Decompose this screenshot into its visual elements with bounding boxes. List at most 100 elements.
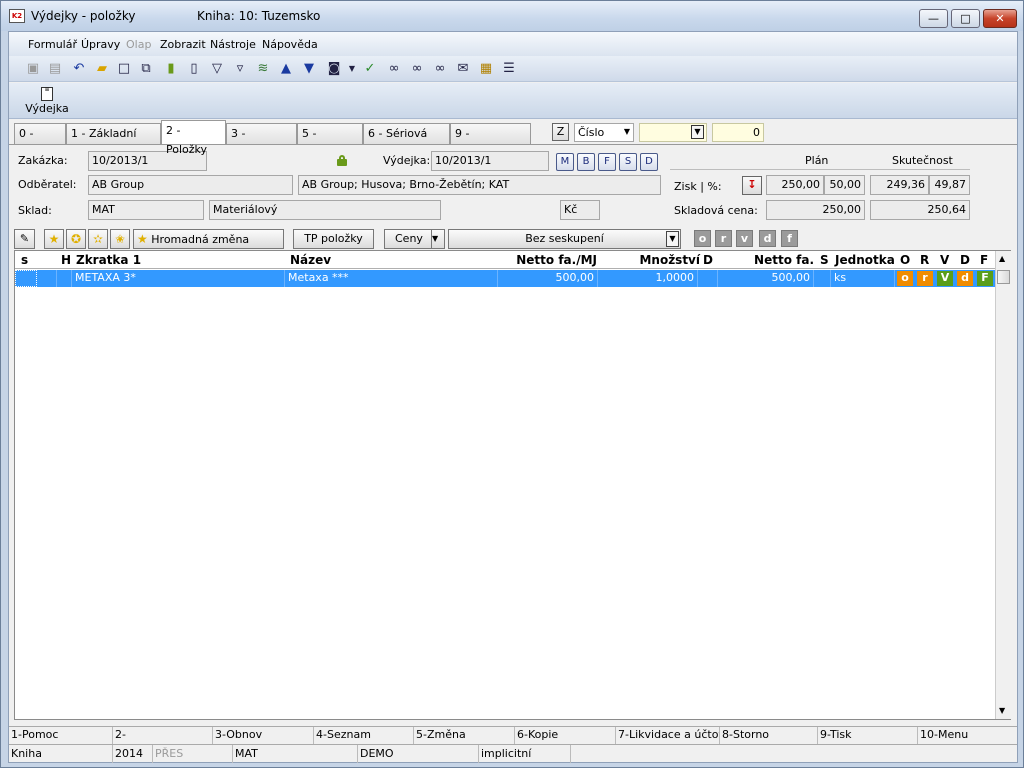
star-add-icon[interactable]: ✪ xyxy=(66,229,86,249)
save-icon[interactable]: ▣ xyxy=(24,60,42,78)
copy-icon[interactable]: ⧉ xyxy=(137,60,155,78)
fkey-menu[interactable]: 10-Menu xyxy=(918,727,1017,744)
lock-icon[interactable]: ▮ xyxy=(162,60,180,78)
fkey-2[interactable]: 2- xyxy=(113,727,213,744)
menu-upravy[interactable]: Úpravy xyxy=(81,38,120,51)
fkey-storno[interactable]: 8-Storno xyxy=(720,727,818,744)
sklad-code-field[interactable]: MAT xyxy=(88,200,204,220)
camera-icon[interactable]: ◙ xyxy=(325,60,343,78)
tab-dokumenty[interactable]: 9 - Dokumenty xyxy=(450,123,531,159)
m-button[interactable]: M xyxy=(556,153,574,171)
col-s2[interactable]: S xyxy=(820,253,829,267)
vertical-scrollbar[interactable]: ▲ ▼ xyxy=(995,251,1011,719)
col-netto[interactable]: Netto fa. xyxy=(730,253,814,267)
sort-select[interactable]: Číslo ▼ xyxy=(574,123,634,142)
cell-d[interactable] xyxy=(698,270,718,287)
notes-icon[interactable]: ▦ xyxy=(477,60,495,78)
cell-nazev[interactable]: Metaxa *** xyxy=(285,270,498,287)
col-mnozstvi[interactable]: Množství xyxy=(620,253,700,267)
search-field[interactable]: ▼ xyxy=(639,123,707,142)
fkey-zmena[interactable]: 5-Změna xyxy=(414,727,515,744)
edit-items-icon[interactable]: ✎ xyxy=(14,229,35,249)
close-button[interactable]: ✕ xyxy=(983,9,1017,28)
fkey-seznam[interactable]: 4-Seznam xyxy=(314,727,414,744)
d-button[interactable]: D xyxy=(640,153,658,171)
fkey-obnov[interactable]: 3-Obnov xyxy=(213,727,314,744)
col-d[interactable]: D xyxy=(703,253,713,267)
search-dropdown-icon[interactable]: ▼ xyxy=(691,125,704,139)
star-edit-icon[interactable]: ✫ xyxy=(88,229,108,249)
col-jednotka[interactable]: Jednotka xyxy=(835,253,895,267)
book-icon[interactable]: ▯ xyxy=(185,60,203,78)
fkey-kopie[interactable]: 6-Kopie xyxy=(515,727,616,744)
scroll-thumb[interactable] xyxy=(997,270,1010,284)
odberatel-field[interactable]: AB Group xyxy=(88,175,293,195)
binoculars-all-icon[interactable]: ∞ xyxy=(431,60,449,78)
filter-document-icon[interactable]: ▿ xyxy=(231,60,249,78)
tab-doklady[interactable]: 5 - Doklady xyxy=(297,123,363,159)
count-field[interactable]: 0 xyxy=(712,123,764,142)
binoculars-next-icon[interactable]: ∞ xyxy=(408,60,426,78)
cell-zkratka[interactable]: METAXA 3* xyxy=(72,270,285,287)
hromadna-zmena-button[interactable]: ★ Hromadná změna položek xyxy=(133,229,284,264)
col-f[interactable]: F xyxy=(980,253,988,267)
scroll-down-icon[interactable]: ▼ xyxy=(999,706,1005,715)
menu-napoveda[interactable]: Nápověda xyxy=(262,38,318,51)
vydejka-button[interactable]: ≡ Výdejka xyxy=(25,85,69,117)
arrow-up-icon[interactable]: ▲ xyxy=(277,60,295,78)
menu-nastroje[interactable]: Nástroje xyxy=(210,38,256,51)
undo-icon[interactable]: ↶ xyxy=(70,60,88,78)
stack-icon[interactable]: ≋ xyxy=(254,60,272,78)
col-zkratka[interactable]: Zkratka 1 xyxy=(76,253,141,267)
currency-field[interactable]: Kč xyxy=(560,200,600,220)
cell-s[interactable] xyxy=(15,270,37,287)
items-grid[interactable]: s H Zkratka 1 Název Netto fa./MJ Množstv… xyxy=(14,250,1011,720)
star-icon[interactable]: ★ xyxy=(44,229,64,249)
new-document-icon[interactable]: □ xyxy=(115,60,133,78)
filter-icon[interactable]: ▽ xyxy=(208,60,226,78)
seskupeni-select[interactable]: Bez seskupení ▼ xyxy=(448,229,681,249)
vydejka-field[interactable]: 10/2013/1 xyxy=(431,151,549,171)
maximize-button[interactable]: □ xyxy=(951,9,980,28)
col-o[interactable]: O xyxy=(900,253,910,267)
tab-seriova-cisla[interactable]: 6 - Sériová čísla xyxy=(363,123,450,159)
tab-zakladni-udaje[interactable]: 1 - Základní údaje xyxy=(66,123,161,159)
green-check-icon[interactable]: ✓ xyxy=(361,60,379,78)
ceny-button[interactable]: Ceny ▼ xyxy=(384,229,445,249)
dropdown-icon[interactable]: ▼ xyxy=(343,60,361,78)
save-all-icon[interactable]: ▤ xyxy=(46,60,64,78)
star-delete-icon[interactable]: ✬ xyxy=(110,229,130,249)
col-h[interactable]: H xyxy=(61,253,71,267)
sklad-name-field[interactable]: Materiálový xyxy=(209,200,441,220)
tp-polozky-button[interactable]: TP položky xyxy=(293,229,374,249)
cell-h[interactable] xyxy=(57,270,72,287)
menu-zobrazit[interactable]: Zobrazit xyxy=(160,38,206,51)
cell-mnozstvi[interactable]: 1,0000 xyxy=(598,270,698,287)
tab-kniha[interactable]: 0 - Kniha xyxy=(14,123,66,159)
mail-icon[interactable]: ✉ xyxy=(454,60,472,78)
arrow-down-icon[interactable]: ▼ xyxy=(300,60,318,78)
fkey-tisk[interactable]: 9-Tisk xyxy=(818,727,918,744)
open-folder-icon[interactable]: ▰ xyxy=(93,60,111,78)
binoculars-icon[interactable]: ∞ xyxy=(385,60,403,78)
arrow-down-red-icon[interactable]: ↧ xyxy=(742,176,762,195)
tab-likvidace[interactable]: 3 - Likvidace xyxy=(226,123,297,159)
tab-polozky[interactable]: 2 - Položky xyxy=(161,120,226,156)
cell-jednotka[interactable]: ks xyxy=(831,270,895,287)
col-nazev[interactable]: Název xyxy=(290,253,331,267)
s-button[interactable]: S xyxy=(619,153,637,171)
col-netto-mj[interactable]: Netto fa./MJ xyxy=(512,253,597,267)
col-d2[interactable]: D xyxy=(960,253,970,267)
table-row[interactable]: METAXA 3* Metaxa *** 500,00 1,0000 500,0… xyxy=(15,270,995,287)
b-button[interactable]: B xyxy=(577,153,595,171)
fkey-pomoc[interactable]: 1-Pomoc xyxy=(9,727,113,744)
menu-icon[interactable]: ☰ xyxy=(500,60,518,78)
cell-netto-mj[interactable]: 500,00 xyxy=(498,270,598,287)
cell-netto[interactable]: 500,00 xyxy=(718,270,814,287)
minimize-button[interactable]: — xyxy=(919,9,948,28)
z-button[interactable]: Z xyxy=(552,123,569,141)
fkey-likvidace[interactable]: 7-Likvidace a účtová xyxy=(616,727,720,744)
col-s[interactable]: s xyxy=(21,253,28,267)
menu-formular[interactable]: Formulář xyxy=(28,38,77,51)
col-r[interactable]: R xyxy=(920,253,929,267)
